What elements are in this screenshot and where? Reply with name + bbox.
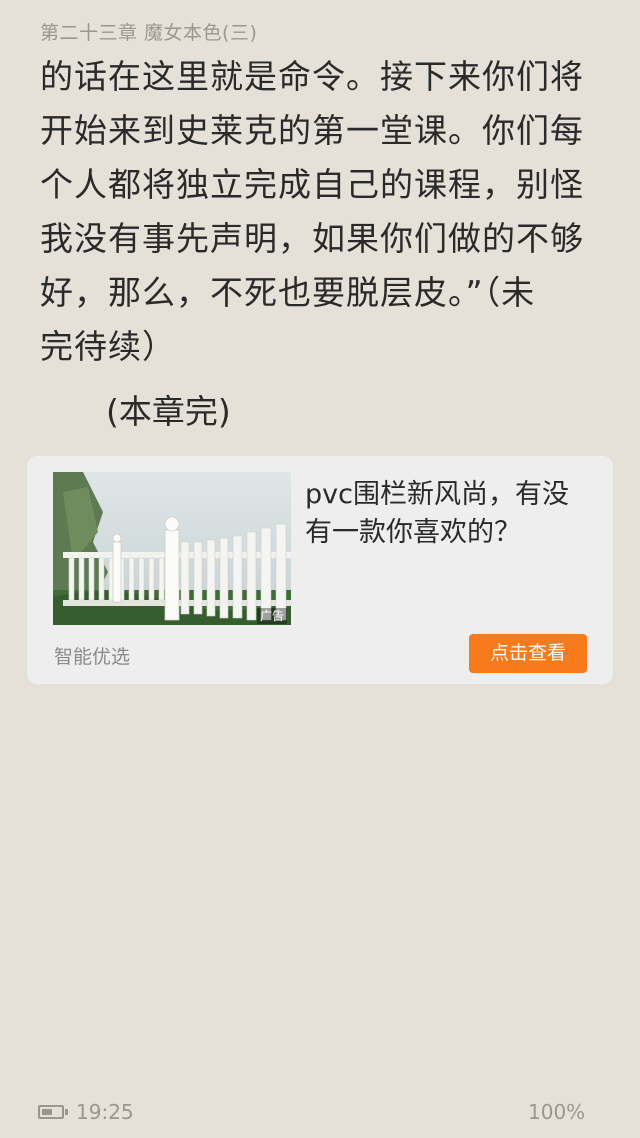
body-line: 的话在这里就是命令。接下来你们将 <box>40 57 584 96</box>
body-line: 好，那么，不死也要脱层皮。”（未 <box>40 273 536 312</box>
body-line: 我没有事先声明，如果你们做的不够 <box>40 219 584 258</box>
ad-card[interactable]: 广告 pvc围栏新风尚，有没有一款你喜欢的？ 智能优选 点击查看 <box>27 456 613 684</box>
battery-level <box>42 1109 52 1115</box>
chapter-title: 第二十三章 魔女本色(三) <box>40 22 258 44</box>
chapter-body: 的话在这里就是命令。接下来你们将 开始来到史莱克的第一堂课。你们每 个人都将独立… <box>40 50 605 374</box>
body-line: 个人都将独立完成自己的课程，别怪 <box>40 165 584 204</box>
ad-tag: 广告 <box>256 608 287 624</box>
body-line: 开始来到史莱克的第一堂课。你们每 <box>40 111 584 150</box>
chapter-end-mark: (本章完) <box>106 392 231 431</box>
status-footer: 19:25 100% <box>0 1098 640 1128</box>
pvc-fence-photo-icon <box>53 472 291 625</box>
body-line: 完待续） <box>40 327 176 366</box>
battery-icon <box>38 1105 68 1119</box>
reading-progress: 100% <box>528 1100 586 1124</box>
ad-view-button[interactable]: 点击查看 <box>469 634 587 673</box>
ad-title[interactable]: pvc围栏新风尚，有没有一款你喜欢的？ <box>305 476 595 552</box>
ad-source-label: 智能优选 <box>54 646 131 668</box>
ad-image[interactable]: 广告 <box>53 472 291 625</box>
footer-time: 19:25 <box>76 1100 134 1124</box>
